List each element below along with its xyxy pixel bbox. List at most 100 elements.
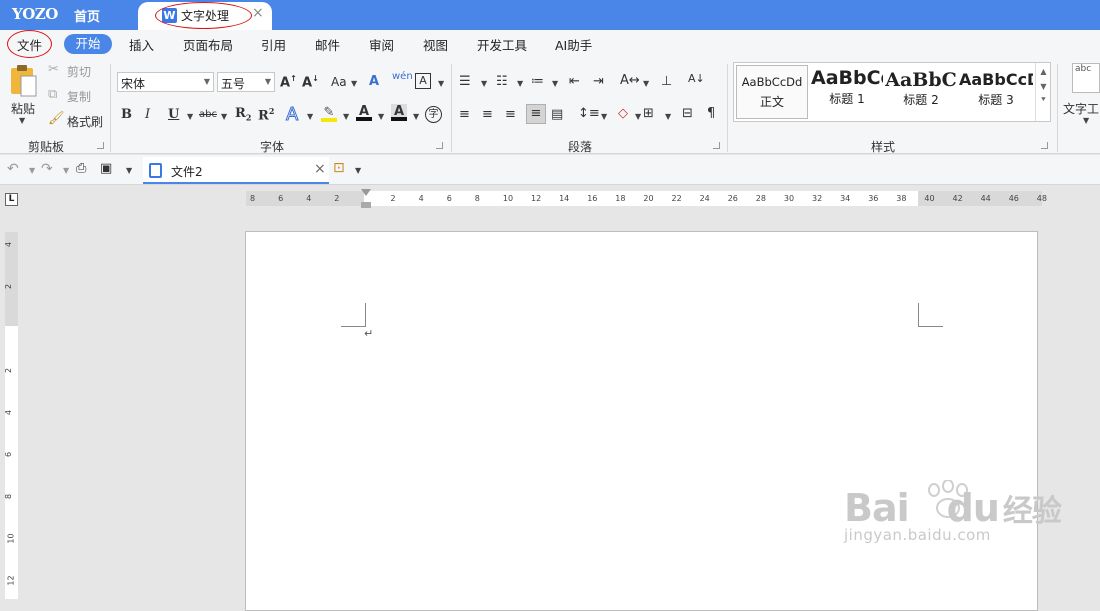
chevron-down-icon[interactable]: ▼	[635, 112, 641, 121]
close-icon[interactable]: ×	[252, 5, 264, 21]
chevron-down-icon[interactable]: ▼	[19, 116, 25, 125]
underline-icon[interactable]: U	[168, 107, 179, 122]
chevron-down-icon[interactable]: ▼	[343, 112, 349, 121]
justify-icon[interactable]: ≡	[526, 104, 546, 124]
font-name-select[interactable]: 宋体 ▼	[117, 72, 214, 92]
chevron-down-icon[interactable]: ▼	[517, 79, 523, 88]
copy-button[interactable]: 复制	[67, 88, 91, 105]
font-color-icon[interactable]: A	[356, 104, 372, 121]
shading-icon[interactable]: ◇	[618, 106, 628, 121]
bullet-list-icon[interactable]: ☰	[459, 74, 471, 89]
menu-review[interactable]: 审阅	[369, 35, 394, 54]
chevron-up-icon[interactable]: ▲	[1036, 67, 1051, 76]
format-painter-icon[interactable]: 🖌	[48, 111, 65, 126]
chevron-down-icon[interactable]: ▼	[221, 112, 227, 121]
customize-icon[interactable]: ▼	[126, 166, 132, 175]
chevron-down-icon[interactable]: ▼	[481, 79, 487, 88]
home-tab[interactable]: 首页	[74, 6, 100, 25]
chevron-down-icon[interactable]: ▼	[351, 79, 357, 88]
chevron-down-icon[interactable]: ▼	[307, 112, 313, 121]
align-right-icon[interactable]: ≡	[505, 107, 516, 122]
multilevel-list-icon[interactable]: ≔	[531, 74, 544, 89]
chevron-down-icon[interactable]: ▼	[1036, 82, 1051, 91]
document-tab[interactable]: 文件2 ×	[143, 157, 329, 184]
menu-view[interactable]: 视图	[423, 35, 448, 54]
font-launcher-icon[interactable]	[436, 142, 443, 149]
new-document-icon[interactable]: ⊡	[333, 160, 345, 176]
text-tools-icon[interactable]: abc	[1072, 63, 1100, 93]
text-tools-button[interactable]: 文字工	[1063, 100, 1099, 117]
styles-scroll[interactable]: ▲ ▼ ⯆	[1035, 63, 1051, 121]
paste-icon[interactable]	[8, 64, 38, 98]
sort-icon[interactable]: A↓	[688, 72, 705, 85]
menu-page-layout[interactable]: 页面布局	[183, 35, 233, 54]
superscript-icon[interactable]: R2	[258, 106, 274, 123]
indent-marker[interactable]	[361, 189, 371, 196]
undo-icon[interactable]: ↶	[7, 161, 19, 177]
decrease-indent-icon[interactable]: ⇤	[569, 74, 580, 89]
change-case-icon[interactable]: Aa	[331, 75, 347, 89]
text-effect-icon[interactable]: A	[285, 104, 298, 126]
highlight-icon[interactable]: ✎	[321, 105, 337, 122]
bold-icon[interactable]: B	[121, 107, 132, 122]
style-normal[interactable]: AaBbCcDd 正文	[736, 65, 808, 119]
chevron-down-icon[interactable]: ▼	[355, 166, 361, 175]
chevron-down-icon[interactable]: ▼	[1083, 116, 1089, 125]
document-page[interactable]	[245, 231, 1038, 611]
vertical-ruler[interactable]: 4 2 2 4 6 8 10 12	[4, 232, 18, 599]
chevron-down-icon[interactable]: ▼	[378, 112, 384, 121]
chevron-down-icon[interactable]: ▼	[438, 79, 444, 88]
enclosed-char-icon[interactable]: 字	[425, 106, 442, 123]
distributed-align-icon[interactable]: ▤	[551, 107, 563, 122]
menu-start[interactable]: 开始	[64, 34, 112, 54]
line-break-icon[interactable]: ⊥	[661, 74, 672, 89]
subscript-icon[interactable]: R2	[235, 106, 251, 123]
print-preview-icon[interactable]: ⎙	[76, 161, 86, 176]
clipboard-launcher-icon[interactable]	[97, 142, 104, 149]
style-heading-1[interactable]: AaBbCc 标题 1	[811, 65, 883, 119]
char-scaling-icon[interactable]: A↔	[620, 73, 640, 88]
horizontal-ruler[interactable]: 8 6 4 2 2 4 6 8 10 12 14 16 18 20 22 24 26 28 30 32 34 36 38 40…	[246, 189, 1047, 208]
borders-icon[interactable]: ⊞	[643, 106, 654, 121]
close-icon[interactable]: ×	[314, 161, 326, 177]
redo-icon[interactable]: ↷	[41, 161, 53, 177]
menu-references[interactable]: 引用	[261, 35, 286, 54]
clear-format-icon[interactable]: A	[369, 74, 379, 89]
increase-indent-icon[interactable]: ⇥	[593, 74, 604, 89]
chevron-down-icon[interactable]: ▼	[63, 166, 69, 175]
scissors-icon[interactable]: ✂	[48, 62, 59, 77]
show-marks-icon[interactable]: ¶	[707, 106, 715, 121]
char-border-icon[interactable]: A	[415, 73, 431, 89]
chevron-down-icon[interactable]: ▼	[187, 112, 193, 121]
copy-icon[interactable]: ⧉	[48, 87, 57, 102]
menu-mailings[interactable]: 邮件	[315, 35, 340, 54]
format-painter-button[interactable]: 格式刷	[67, 113, 103, 130]
chevron-down-icon[interactable]: ▼	[29, 166, 35, 175]
styles-launcher-icon[interactable]	[1041, 142, 1048, 149]
chevron-down-icon[interactable]: ▼	[413, 112, 419, 121]
strikethrough-icon[interactable]: abc	[199, 109, 217, 120]
chevron-down-icon[interactable]: ▼	[643, 79, 649, 88]
numbered-list-icon[interactable]: ☷	[496, 74, 508, 89]
menu-developer[interactable]: 开发工具	[477, 35, 527, 54]
menu-ai-assistant[interactable]: AI助手	[555, 35, 592, 54]
menu-insert[interactable]: 插入	[129, 35, 154, 54]
style-heading-2[interactable]: AaBbC 标题 2	[885, 65, 957, 119]
pinyin-guide-icon[interactable]: wén	[392, 71, 413, 82]
paste-button[interactable]: 粘贴	[11, 100, 35, 117]
char-shading-icon[interactable]: A	[391, 104, 407, 121]
align-center-icon[interactable]: ≡	[482, 107, 493, 122]
style-heading-3[interactable]: AaBbCcD 标题 3	[959, 65, 1033, 119]
save-icon[interactable]: ▣	[100, 161, 112, 176]
paragraph-settings-icon[interactable]: ⊟	[682, 106, 693, 121]
align-left-icon[interactable]: ≡	[459, 107, 470, 122]
shrink-font-icon[interactable]: A↓	[302, 74, 319, 90]
more-icon[interactable]: ⯆	[1036, 95, 1051, 105]
chevron-down-icon[interactable]: ▼	[601, 112, 607, 121]
cut-button[interactable]: 剪切	[67, 63, 91, 80]
grow-font-icon[interactable]: A↑	[280, 74, 297, 90]
italic-icon[interactable]: I	[145, 107, 150, 122]
left-indent-marker[interactable]	[361, 202, 371, 208]
paragraph-launcher-icon[interactable]	[713, 142, 720, 149]
chevron-down-icon[interactable]: ▼	[665, 112, 671, 121]
